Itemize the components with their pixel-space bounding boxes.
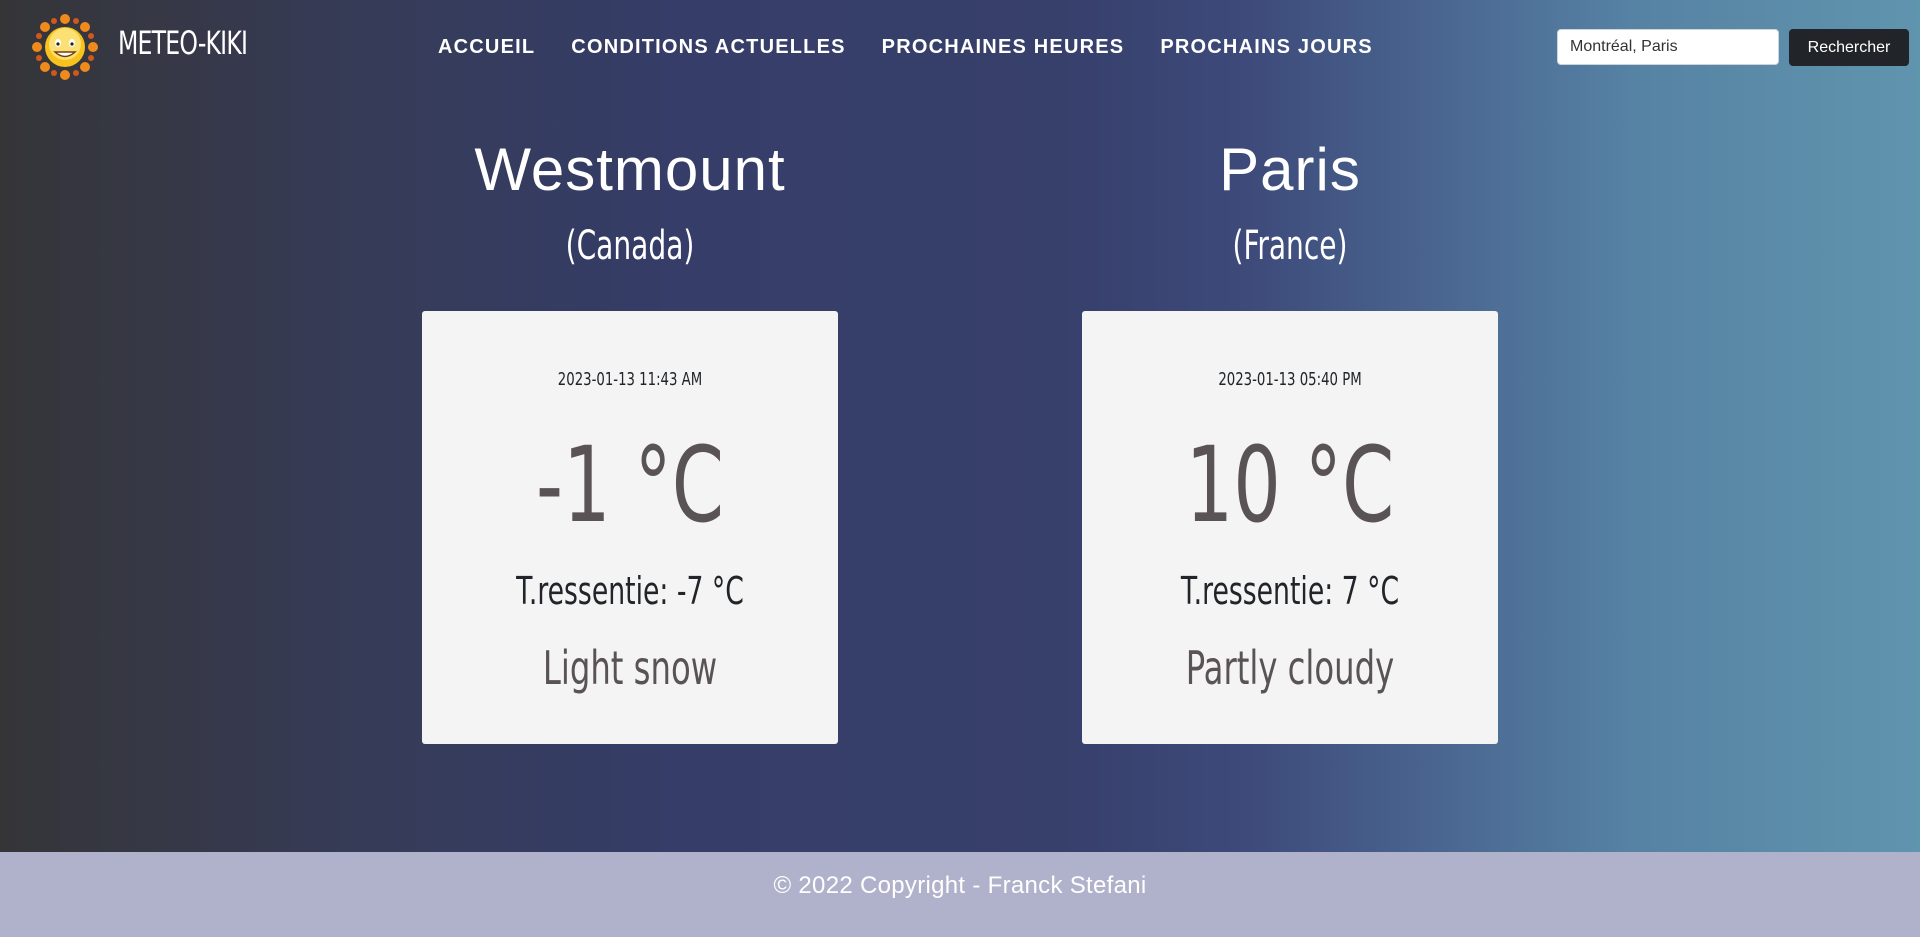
- brand-name[interactable]: METEO-KIKI: [118, 24, 248, 62]
- city-heading-westmount: Westmount (Canada): [420, 136, 840, 269]
- city-name: Westmount: [474, 136, 786, 203]
- nav-accueil[interactable]: ACCUEIL: [438, 36, 535, 59]
- city-name: Paris: [1219, 136, 1361, 203]
- site-footer: © 2022 Copyright - Franck Stefani: [0, 852, 1920, 937]
- nav-conditions-actuelles[interactable]: CONDITIONS ACTUELLES: [571, 36, 845, 59]
- nav-prochains-jours[interactable]: PROCHAINS JOURS: [1160, 36, 1372, 59]
- observation-datetime: 2023-01-13 11:43 AM: [557, 369, 703, 390]
- country-name: (Canada): [565, 223, 695, 269]
- feels-like: T.ressentie: -7 °C: [516, 569, 744, 613]
- logo[interactable]: [32, 14, 98, 80]
- nav-prochaines-heures[interactable]: PROCHAINES HEURES: [882, 36, 1125, 59]
- search-input[interactable]: [1557, 29, 1779, 65]
- weather-card-paris: 2023-01-13 05:40 PM 10 °C T.ressentie: 7…: [1082, 311, 1498, 744]
- site-header: METEO-KIKI ACCUEIL CONDITIONS ACTUELLES …: [0, 0, 1920, 96]
- temperature: -1 °C: [535, 424, 725, 546]
- main-nav: ACCUEIL CONDITIONS ACTUELLES PROCHAINES …: [438, 36, 1409, 59]
- observation-datetime: 2023-01-13 05:40 PM: [1218, 369, 1362, 390]
- sun-mascot-icon: [32, 14, 98, 80]
- city-heading-paris: Paris (France): [1080, 136, 1500, 269]
- weather-condition: Partly cloudy: [1185, 641, 1395, 695]
- copyright-text: © 2022 Copyright - Franck Stefani: [773, 872, 1147, 899]
- country-name: (France): [1232, 223, 1348, 269]
- feels-like: T.ressentie: 7 °C: [1180, 569, 1400, 613]
- weather-card-westmount: 2023-01-13 11:43 AM -1 °C T.ressentie: -…: [422, 311, 838, 744]
- weather-condition: Light snow: [542, 641, 718, 695]
- temperature: 10 °C: [1185, 424, 1395, 546]
- search-button[interactable]: Rechercher: [1789, 29, 1909, 66]
